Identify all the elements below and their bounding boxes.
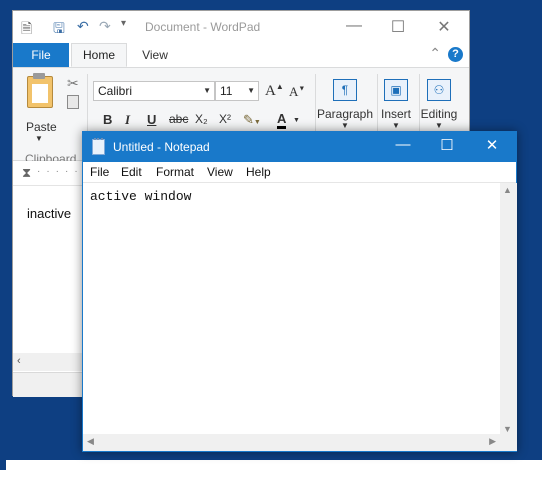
scroll-up-icon[interactable]: ▲ — [503, 185, 512, 195]
chevron-down-icon: ▼ — [435, 121, 443, 130]
close-button[interactable]: ✕ — [431, 17, 457, 37]
resize-grip[interactable] — [500, 434, 517, 451]
font-size-select[interactable]: 11 ▼ — [215, 81, 259, 101]
tab-home[interactable]: Home — [71, 43, 127, 67]
subscript-button[interactable]: X₂ — [195, 112, 208, 126]
menu-view[interactable]: View — [207, 165, 233, 179]
chevron-down-icon: ▼ — [203, 86, 211, 95]
chevron-down-icon: ▼ — [247, 86, 255, 95]
scroll-down-icon[interactable]: ▼ — [503, 424, 512, 434]
maximize-button[interactable]: ☐ — [385, 17, 411, 37]
wordpad-titlebar[interactable]: 🗎 🖫 ↶ ↷ ▾ Document - WordPad — ☐ ✕ — [13, 11, 469, 43]
wordpad-document-text: inactive — [27, 206, 72, 221]
redo-icon[interactable]: ↷ — [99, 18, 111, 36]
italic-button[interactable]: I — [125, 112, 130, 128]
shrink-font-icon[interactable]: A▼ — [289, 84, 305, 100]
font-color-dropdown-icon[interactable]: ▼ — [293, 117, 300, 124]
paste-icon[interactable] — [27, 73, 53, 108]
undo-icon[interactable]: ↶ — [77, 18, 89, 36]
binoculars-icon: ⚇ — [427, 79, 451, 101]
copy-icon[interactable] — [67, 95, 79, 109]
notepad-title: Untitled - Notepad — [113, 140, 210, 154]
strikethrough-button[interactable]: abc — [169, 112, 188, 126]
page-margin-bottom — [6, 460, 546, 476]
notepad-app-icon[interactable] — [92, 138, 105, 155]
bold-button[interactable]: B — [103, 112, 112, 127]
page-margin-right — [542, 0, 554, 486]
wordpad-title: Document - WordPad — [145, 20, 261, 34]
scroll-left-icon[interactable]: ‹ — [17, 355, 21, 367]
highlight-color-icon[interactable]: ✎▼ — [243, 112, 261, 128]
insert-picture-icon: ▣ — [384, 79, 408, 101]
notepad-text-area[interactable]: active window — [83, 183, 500, 436]
menu-edit[interactable]: Edit — [121, 165, 142, 179]
scroll-left-icon[interactable]: ◀ — [87, 436, 94, 447]
help-icon[interactable]: ? — [448, 47, 463, 62]
font-family-value: Calibri — [98, 84, 133, 98]
ruler-ticks: ····· — [37, 166, 84, 177]
save-icon[interactable]: 🖫 — [53, 18, 65, 36]
paste-dropdown-icon[interactable]: ▼ — [35, 134, 43, 143]
menu-file[interactable]: File — [90, 165, 109, 179]
minimize-button[interactable]: — — [383, 136, 423, 153]
close-button[interactable]: ✕ — [472, 136, 512, 154]
notepad-menu-bar: File Edit Format View Help — [83, 162, 516, 183]
font-color-icon[interactable]: A — [277, 112, 287, 129]
notepad-titlebar[interactable]: Untitled - Notepad — ☐ ✕ — [83, 132, 516, 162]
cut-icon[interactable]: ✂ — [67, 75, 79, 92]
notepad-vertical-scrollbar[interactable]: ▲ ▼ — [500, 183, 517, 436]
ribbon-tabs: File Home View ⌃ ? — [13, 43, 469, 68]
maximize-button[interactable]: ☐ — [427, 136, 467, 154]
menu-format[interactable]: Format — [156, 165, 194, 179]
collapse-ribbon-icon[interactable]: ⌃ — [429, 45, 441, 62]
paste-label[interactable]: Paste — [26, 120, 57, 134]
tab-file[interactable]: File — [13, 43, 69, 67]
paragraph-icon: ¶ — [333, 79, 357, 101]
underline-button[interactable]: U — [147, 112, 156, 127]
menu-help[interactable]: Help — [246, 165, 271, 179]
wordpad-app-icon[interactable]: 🗎 — [21, 18, 32, 36]
tab-view[interactable]: View — [131, 43, 179, 67]
minimize-button[interactable]: — — [341, 17, 367, 35]
editing-label: Editing — [420, 107, 458, 121]
customize-quick-access-icon[interactable]: ▾ — [121, 18, 126, 36]
notepad-window[interactable]: Untitled - Notepad — ☐ ✕ File Edit Forma… — [82, 131, 517, 452]
editing-button[interactable]: ⚇ Editing ▼ — [409, 74, 469, 134]
notepad-text-content: active window — [90, 189, 192, 204]
font-family-select[interactable]: Calibri ▼ — [93, 81, 215, 101]
grow-font-icon[interactable]: A▲ — [265, 82, 284, 100]
notepad-horizontal-scrollbar[interactable]: ◀ ▶ — [83, 434, 500, 451]
indent-marker-icon[interactable]: ⧗ — [22, 165, 31, 181]
scroll-right-icon[interactable]: ▶ — [489, 436, 496, 447]
font-size-value: 11 — [220, 84, 233, 98]
superscript-button[interactable]: X² — [219, 112, 231, 126]
